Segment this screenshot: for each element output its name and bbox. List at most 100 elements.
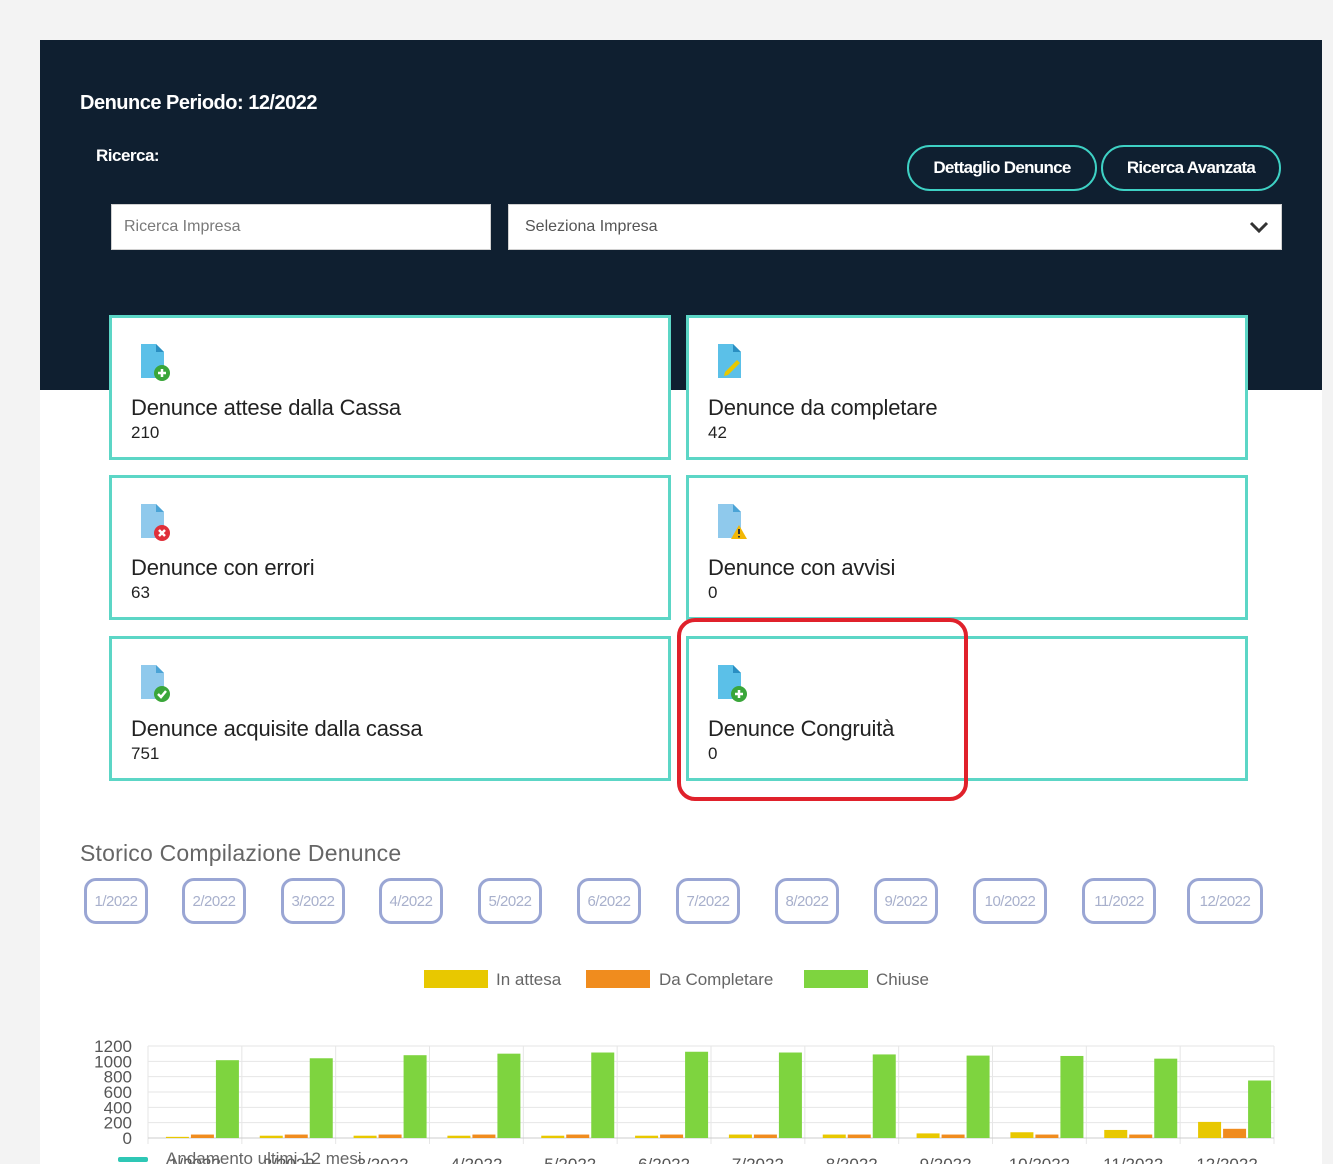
bar-da-completare[interactable] [847, 1134, 871, 1138]
chart-legend: In attesa Da Completare Chiuse [424, 970, 929, 989]
bar-in-attesa[interactable] [1010, 1132, 1034, 1138]
card-attese[interactable]: Denunce attese dalla Cassa 210 [109, 315, 671, 460]
seleziona-impresa-select[interactable]: Seleziona Impresa [508, 204, 1282, 250]
bar-chiuse[interactable] [872, 1054, 896, 1138]
month-button[interactable]: 6/2022 [577, 878, 641, 924]
bar-da-completare[interactable] [190, 1134, 214, 1138]
trend-legend-label[interactable]: Andamento ultimi 12 mesi [166, 1149, 362, 1164]
ricerca-impresa-input[interactable] [111, 204, 491, 250]
document-edit-icon [718, 344, 741, 378]
card-congruita[interactable]: Denunce Congruità 0 [686, 636, 1248, 781]
history-title: Storico Compilazione Denunce [80, 840, 402, 866]
trend-legend-swatch [118, 1157, 148, 1162]
document-add-icon [141, 344, 170, 381]
select-value: Seleziona Impresa [525, 218, 658, 235]
bar-chiuse[interactable] [1154, 1058, 1178, 1138]
bar-in-attesa[interactable] [447, 1135, 471, 1138]
x-tick-label: 7/2022 [732, 1155, 784, 1164]
x-tick-label: 8/2022 [826, 1155, 878, 1164]
card-label: Denunce Congruità [708, 716, 895, 741]
page-title: Denunce Periodo: 12/2022 [80, 92, 317, 114]
bar-chiuse[interactable] [1060, 1055, 1084, 1138]
month-button[interactable]: 1/2022 [84, 878, 148, 924]
card-avvisi[interactable]: Denunce con avvisi 0 [686, 475, 1248, 620]
x-tick-label: 3/2022 [357, 1155, 409, 1164]
x-tick-label: 5/2022 [544, 1155, 596, 1164]
month-button[interactable]: 11/2022 [1082, 878, 1156, 924]
x-tick-label: 6/2022 [638, 1155, 690, 1164]
card-label: Denunce da completare [708, 395, 938, 420]
x-tick-label: 11/2022 [1103, 1155, 1163, 1164]
month-button[interactable]: 9/2022 [874, 878, 938, 924]
bar-chiuse[interactable] [497, 1053, 521, 1138]
bar-da-completare[interactable] [1129, 1134, 1153, 1138]
card-label: Denunce attese dalla Cassa [131, 395, 401, 420]
month-button[interactable]: 5/2022 [478, 878, 542, 924]
bar-da-completare[interactable] [1035, 1134, 1059, 1138]
bar-da-completare[interactable] [660, 1134, 684, 1138]
document-check-icon [141, 665, 170, 702]
legend-swatch-in-attesa [424, 970, 488, 988]
card-label: Denunce acquisite dalla cassa [131, 716, 423, 741]
bar-in-attesa[interactable] [259, 1135, 283, 1138]
document-add-icon [718, 665, 747, 702]
chart-bars [165, 1051, 1272, 1139]
search-label: Ricerca: [96, 146, 160, 165]
bar-in-attesa[interactable] [541, 1135, 565, 1138]
x-tick-label: 10/2022 [1009, 1155, 1070, 1164]
month-button[interactable]: 3/2022 [281, 878, 345, 924]
bar-da-completare[interactable] [566, 1134, 590, 1138]
bar-da-completare[interactable] [753, 1134, 777, 1138]
bar-in-attesa[interactable] [916, 1133, 940, 1138]
bar-in-attesa[interactable] [1104, 1129, 1128, 1138]
month-button[interactable]: 8/2022 [775, 878, 839, 924]
trend-legend: Andamento ultimi 12 mesi [118, 1149, 362, 1164]
card-acquisite[interactable]: Denunce acquisite dalla cassa 751 [109, 636, 671, 781]
history-chart: In attesa Da Completare Chiuse 020040060… [94, 970, 1275, 1164]
bar-da-completare[interactable] [472, 1134, 496, 1138]
legend-label-in-attesa[interactable]: In attesa [496, 970, 562, 989]
bar-in-attesa[interactable] [165, 1136, 189, 1138]
bar-in-attesa[interactable] [1198, 1121, 1222, 1138]
bar-in-attesa[interactable] [728, 1134, 752, 1138]
bar-chiuse[interactable] [403, 1055, 427, 1138]
bar-da-completare[interactable] [378, 1134, 402, 1138]
bar-da-completare[interactable] [941, 1134, 965, 1138]
month-button[interactable]: 10/2022 [973, 878, 1047, 924]
legend-label-da-completare[interactable]: Da Completare [659, 970, 773, 989]
bar-da-completare[interactable] [284, 1134, 308, 1138]
month-button[interactable]: 4/2022 [379, 878, 443, 924]
bar-chiuse[interactable] [1248, 1080, 1272, 1139]
bar-chiuse[interactable] [215, 1060, 239, 1138]
month-button[interactable]: 2/2022 [182, 878, 246, 924]
month-button[interactable]: 12/2022 [1187, 878, 1263, 924]
card-count: 751 [131, 744, 160, 763]
bar-da-completare[interactable] [1223, 1128, 1247, 1138]
month-button[interactable]: 7/2022 [676, 878, 740, 924]
bar-chiuse[interactable] [966, 1055, 990, 1138]
card-da-completare[interactable]: Denunce da completare 42 [686, 315, 1248, 460]
y-axis-ticks: 020040060080010001200 [94, 1037, 132, 1148]
legend-label-chiuse[interactable]: Chiuse [876, 970, 929, 989]
x-tick-label: 12/2022 [1196, 1155, 1257, 1164]
document-warning-icon [718, 504, 747, 539]
bar-in-attesa[interactable] [822, 1134, 846, 1138]
bar-chiuse[interactable] [778, 1052, 802, 1138]
bar-chiuse[interactable] [309, 1058, 333, 1138]
card-count: 42 [708, 423, 727, 442]
dettaglio-denunce-button[interactable]: Dettaglio Denunce [907, 145, 1097, 191]
card-count: 210 [131, 423, 160, 442]
ricerca-avanzata-button[interactable]: Ricerca Avanzata [1101, 145, 1281, 191]
dashboard-frame: Denunce Periodo: 12/2022 Ricerca: Dettag… [40, 40, 1322, 1164]
y-tick-label: 1200 [94, 1037, 132, 1056]
legend-swatch-chiuse [804, 970, 868, 988]
x-tick-label: 4/2022 [450, 1155, 502, 1164]
bar-in-attesa[interactable] [353, 1135, 377, 1138]
card-label: Denunce con errori [131, 555, 315, 580]
bar-in-attesa[interactable] [635, 1135, 659, 1138]
card-count: 0 [708, 583, 718, 602]
bar-chiuse[interactable] [591, 1052, 615, 1138]
card-errori[interactable]: Denunce con errori 63 [109, 475, 671, 620]
chevron-down-icon [1249, 221, 1269, 234]
bar-chiuse[interactable] [685, 1051, 709, 1138]
